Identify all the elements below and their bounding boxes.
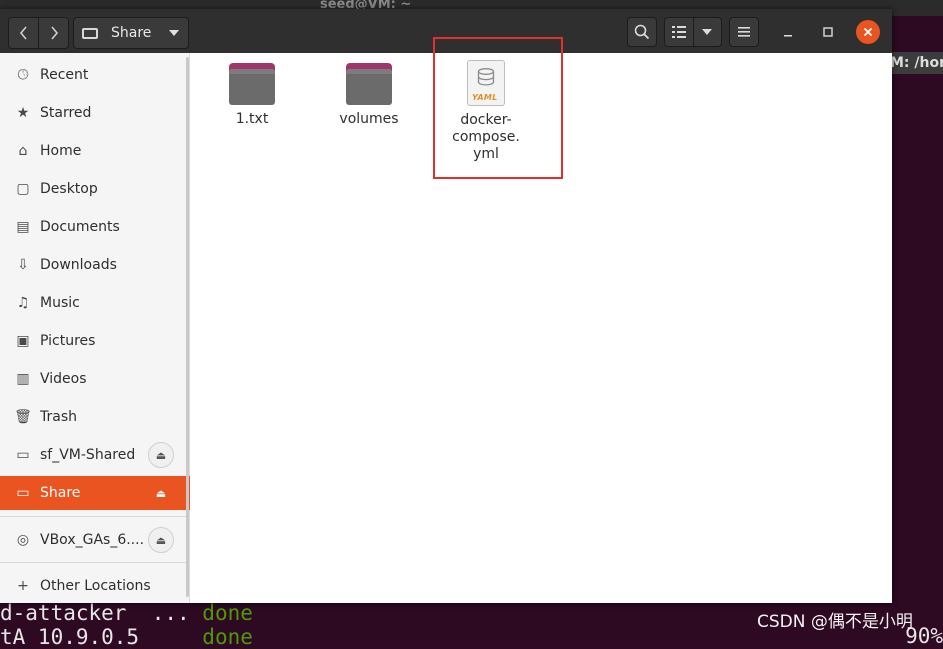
home-icon: ⌂: [18, 143, 28, 159]
sidebar-item-label: Downloads: [40, 257, 117, 273]
sidebar-item-desktop[interactable]: ▢ Desktop: [0, 172, 190, 206]
folder-icon: [346, 63, 392, 105]
file-item-1txt[interactable]: 1.txt: [202, 63, 302, 127]
maximize-button[interactable]: [816, 20, 840, 44]
sidebar-item-trash[interactable]: 🗑︎ Trash: [0, 400, 190, 434]
sidebar-item-label: Other Locations: [40, 578, 151, 594]
sidebar-item-label: Trash: [40, 409, 77, 425]
sidebar-separator: [0, 562, 188, 563]
eject-icon: ⏏: [155, 533, 167, 547]
desktop-icon: ▢: [16, 181, 30, 197]
trash-icon: 🗑︎: [14, 409, 32, 425]
close-button[interactable]: [856, 20, 880, 44]
forward-button[interactable]: [38, 18, 68, 48]
sidebar-item-documents[interactable]: ▤ Documents: [0, 210, 190, 244]
hamburger-icon: [738, 27, 750, 37]
sidebar-item-label: Starred: [40, 105, 92, 121]
eject-button[interactable]: ⏏: [148, 480, 174, 506]
file-name: volumes: [339, 111, 399, 127]
disc-icon: ◎: [16, 532, 30, 548]
terminal-line-1-status: done: [202, 601, 253, 625]
back-button[interactable]: [9, 18, 38, 48]
drive-icon: ▭: [16, 447, 30, 463]
sidebar-item-other-locations[interactable]: + Other Locations: [0, 569, 190, 603]
terminal-line-2-text: tA 10.9.0.5: [0, 625, 203, 649]
maximize-icon: [823, 27, 833, 37]
sidebar-item-label: Documents: [40, 219, 120, 235]
star-icon: ★: [16, 105, 30, 121]
video-icon: ▥: [16, 371, 30, 387]
sidebar-item-label: Home: [40, 143, 82, 159]
sidebar-item-home[interactable]: ⌂ Home: [0, 134, 190, 168]
sidebar-item-videos[interactable]: ▥ Videos: [0, 362, 190, 396]
caret-down-icon: [169, 30, 179, 36]
close-icon: [863, 27, 873, 37]
sidebar-item-label: VBox_GAs_6....: [40, 532, 145, 548]
sidebar-item-starred[interactable]: ★ Starred: [0, 96, 190, 130]
file-item-volumes[interactable]: volumes: [319, 63, 419, 127]
path-label: Share: [111, 25, 152, 41]
clock-icon: 🕓︎: [17, 67, 29, 83]
menu-button[interactable]: [729, 17, 759, 47]
sidebar-item-music[interactable]: ♫ Music: [0, 286, 190, 320]
caret-down-icon: [702, 29, 713, 35]
eject-button[interactable]: ⏏: [148, 442, 174, 468]
navigation-buttons: [8, 17, 69, 49]
drive-icon: [82, 27, 98, 39]
view-dropdown-button[interactable]: [692, 18, 722, 46]
terminal-line-1-text: d-attacker ...: [0, 601, 203, 625]
chevron-left-icon: [19, 26, 27, 40]
sidebar-item-label: Videos: [40, 371, 87, 387]
eject-icon: ⏏: [155, 486, 167, 500]
terminal-tab[interactable]: M: /hom: [890, 52, 943, 74]
watermark: CSDN @偶不是小明: [757, 612, 913, 632]
sidebar-scrollbar[interactable]: [186, 57, 189, 597]
eject-icon: ⏏: [155, 448, 167, 462]
sidebar-item-label: Desktop: [40, 181, 98, 197]
minimize-button[interactable]: [776, 20, 800, 44]
sidebar-item-downloads[interactable]: ⇩ Downloads: [0, 248, 190, 282]
annotation-highlight-box: [433, 37, 563, 179]
plus-icon: +: [17, 578, 29, 594]
list-view-icon: [671, 26, 686, 38]
sidebar-item-label: Share: [40, 485, 81, 501]
chevron-right-icon: [50, 26, 58, 40]
sidebar-item-label: Music: [40, 295, 80, 311]
sidebar-item-recent[interactable]: 🕓︎ Recent: [0, 58, 190, 92]
file-name: 1.txt: [235, 111, 269, 127]
sidebar-separator: [0, 516, 188, 517]
music-icon: ♫: [16, 295, 30, 311]
terminal-line-2-status: done: [202, 625, 253, 649]
sidebar-item-label: sf_VM-Shared: [40, 447, 136, 463]
sidebar-item-label: Pictures: [40, 333, 96, 349]
eject-button[interactable]: ⏏: [148, 527, 174, 553]
view-options: [664, 17, 722, 47]
document-icon: ▤: [16, 219, 30, 235]
sidebar-item-label: Recent: [40, 67, 89, 83]
download-icon: ⇩: [17, 257, 29, 273]
search-button[interactable]: [627, 17, 657, 47]
folder-icon: [229, 63, 275, 105]
list-view-button[interactable]: [665, 18, 693, 46]
drive-icon: ▭: [16, 485, 30, 501]
terminal-output: d-attacker ... done tA 10.9.0.5 done: [0, 601, 253, 649]
picture-icon: ▣: [16, 333, 30, 349]
minimize-icon: [784, 35, 792, 37]
places-sidebar: 🕓︎ Recent ★ Starred ⌂ Home ▢ Desktop ▤ Docume…: [0, 53, 190, 603]
path-bar-button[interactable]: Share: [73, 17, 189, 49]
sidebar-item-pictures[interactable]: ▣ Pictures: [0, 324, 190, 358]
search-icon: [634, 24, 650, 40]
